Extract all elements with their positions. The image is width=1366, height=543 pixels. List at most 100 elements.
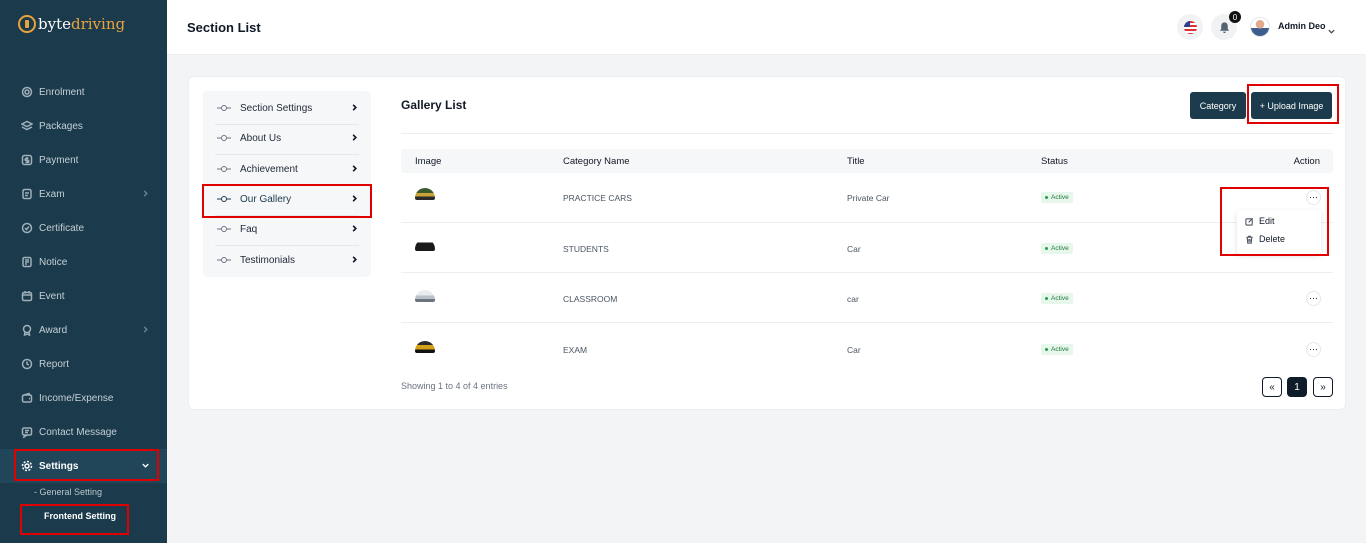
sidebar-item-settings[interactable]: Settings xyxy=(0,449,167,483)
delete-menu-item[interactable]: Delete xyxy=(1245,234,1285,244)
pagination-prev-button[interactable]: « xyxy=(1262,377,1282,397)
sidebar-item-label: Notice xyxy=(39,256,68,268)
section-menu-label: Testimonials xyxy=(240,255,296,266)
upload-image-button[interactable]: + Upload Image xyxy=(1251,92,1332,119)
sidebar-item-label: Packages xyxy=(39,120,83,132)
steering-wheel-icon xyxy=(18,15,36,33)
chevron-right-icon xyxy=(141,189,151,199)
sidebar-item-label: Payment xyxy=(39,154,79,166)
subitem-label: Frontend Setting xyxy=(44,511,116,521)
category-button[interactable]: Category xyxy=(1190,92,1246,119)
category-cell: PRACTICE CARS xyxy=(563,193,632,203)
section-menu-label: Achievement xyxy=(240,164,298,175)
sidebar-item-exam[interactable]: Exam xyxy=(0,177,167,211)
sidebar-item-label: Income/Expense xyxy=(39,392,114,404)
sidebar-item-report[interactable]: Report xyxy=(0,347,167,381)
section-menu-label: About Us xyxy=(240,133,282,144)
chevron-down-icon[interactable] xyxy=(1327,23,1336,41)
node-icon xyxy=(217,104,231,112)
column-header-action: Action xyxy=(1293,156,1320,167)
page-title: Section List xyxy=(187,20,261,35)
top-header: Section List 0 Admin Deo xyxy=(167,0,1366,55)
category-cell: CLASSROOM xyxy=(563,294,618,304)
table-row: EXAM Car Active ··· xyxy=(401,324,1333,374)
edit-menu-item[interactable]: Edit xyxy=(1245,216,1275,226)
sidebar-item-event[interactable]: Event xyxy=(0,279,167,313)
certificate-icon xyxy=(20,222,33,235)
node-icon xyxy=(217,165,231,173)
section-menu-item-our-gallery[interactable]: Our Gallery xyxy=(203,184,371,214)
entries-info: Showing 1 to 4 of 4 entries xyxy=(401,381,508,391)
delete-label: Delete xyxy=(1259,234,1286,244)
report-icon xyxy=(20,358,33,371)
gallery-thumbnail[interactable] xyxy=(415,290,435,302)
bell-icon xyxy=(1219,21,1229,33)
sidebar-item-label: Award xyxy=(39,324,68,336)
award-icon xyxy=(20,324,33,337)
sidebar-subitem-frontend-setting[interactable]: Frontend Setting xyxy=(44,511,211,521)
clipboard-icon xyxy=(20,188,33,201)
title-cell: Car xyxy=(847,345,861,355)
title-cell: car xyxy=(847,294,859,304)
pagination-page-1[interactable]: 1 xyxy=(1287,377,1307,397)
edit-label: Edit xyxy=(1259,216,1275,226)
sidebar-item-label: Event xyxy=(39,290,65,302)
row-action-dropdown: Edit Delete xyxy=(1237,210,1321,254)
chevron-right-icon xyxy=(350,164,359,176)
sidebar-item-payment[interactable]: Payment xyxy=(0,143,167,177)
section-menu-label: Section Settings xyxy=(240,103,313,114)
sidebar-subitem-general-setting[interactable]: - General Setting xyxy=(34,487,201,497)
more-actions-button[interactable]: ··· xyxy=(1306,342,1321,357)
sidebar-item-label: Exam xyxy=(39,188,65,200)
avatar[interactable] xyxy=(1250,17,1270,37)
us-flag-icon xyxy=(1183,20,1197,34)
column-header-title: Title xyxy=(847,156,865,167)
node-icon xyxy=(217,225,231,233)
sidebar-item-income-expense[interactable]: Income/Expense xyxy=(0,381,167,415)
title-cell: Car xyxy=(847,244,861,254)
chevron-right-icon xyxy=(350,255,359,267)
node-icon xyxy=(217,256,231,264)
wallet-icon xyxy=(20,392,33,405)
brand-logo[interactable]: byte driving xyxy=(18,15,125,33)
sidebar-item-notice[interactable]: Notice xyxy=(0,245,167,279)
pagination-next-button[interactable]: » xyxy=(1313,377,1333,397)
section-menu-item-about-us[interactable]: About Us xyxy=(203,123,371,153)
chevron-right-icon xyxy=(141,325,151,335)
language-button[interactable] xyxy=(1177,14,1203,40)
notice-icon xyxy=(20,256,33,269)
sidebar-item-certificate[interactable]: Certificate xyxy=(0,211,167,245)
section-menu-item-achievement[interactable]: Achievement xyxy=(203,154,371,184)
chevron-right-icon xyxy=(350,103,359,115)
sidebar: byte driving Enrolment Packages Payment … xyxy=(0,0,167,543)
gear-icon xyxy=(20,460,33,473)
sidebar-item-award[interactable]: Award xyxy=(0,313,167,347)
gallery-thumbnail[interactable] xyxy=(415,188,435,200)
section-menu-item-faq[interactable]: Faq xyxy=(203,214,371,244)
column-header-category: Category Name xyxy=(563,156,630,167)
category-cell: STUDENTS xyxy=(563,244,609,254)
section-menu-item-testimonials[interactable]: Testimonials xyxy=(203,245,371,275)
sidebar-item-label: Contact Message xyxy=(39,426,117,438)
more-actions-button[interactable]: ··· xyxy=(1306,190,1321,205)
user-name[interactable]: Admin Deo xyxy=(1278,21,1326,31)
sidebar-item-packages[interactable]: Packages xyxy=(0,109,167,143)
section-menu-item-section-settings[interactable]: Section Settings xyxy=(203,93,371,123)
gallery-thumbnail[interactable] xyxy=(415,341,435,353)
table-header: Image Category Name Title Status Action xyxy=(401,149,1333,173)
chevron-right-icon xyxy=(350,224,359,236)
notification-count-badge: 0 xyxy=(1229,11,1241,23)
node-icon xyxy=(217,134,231,142)
column-header-status: Status xyxy=(1041,156,1068,167)
sidebar-item-enrolment[interactable]: Enrolment xyxy=(0,75,167,109)
trash-icon xyxy=(1246,235,1253,244)
sidebar-item-label: Enrolment xyxy=(39,86,85,98)
calendar-icon xyxy=(20,290,33,303)
node-icon xyxy=(217,195,231,203)
sidebar-item-label: Certificate xyxy=(39,222,85,234)
sidebar-item-contact-message[interactable]: Contact Message xyxy=(0,415,167,449)
divider xyxy=(401,133,1333,134)
gallery-thumbnail[interactable] xyxy=(415,239,435,251)
more-actions-button[interactable]: ··· xyxy=(1306,291,1321,306)
section-menu-label: Our Gallery xyxy=(240,194,292,205)
